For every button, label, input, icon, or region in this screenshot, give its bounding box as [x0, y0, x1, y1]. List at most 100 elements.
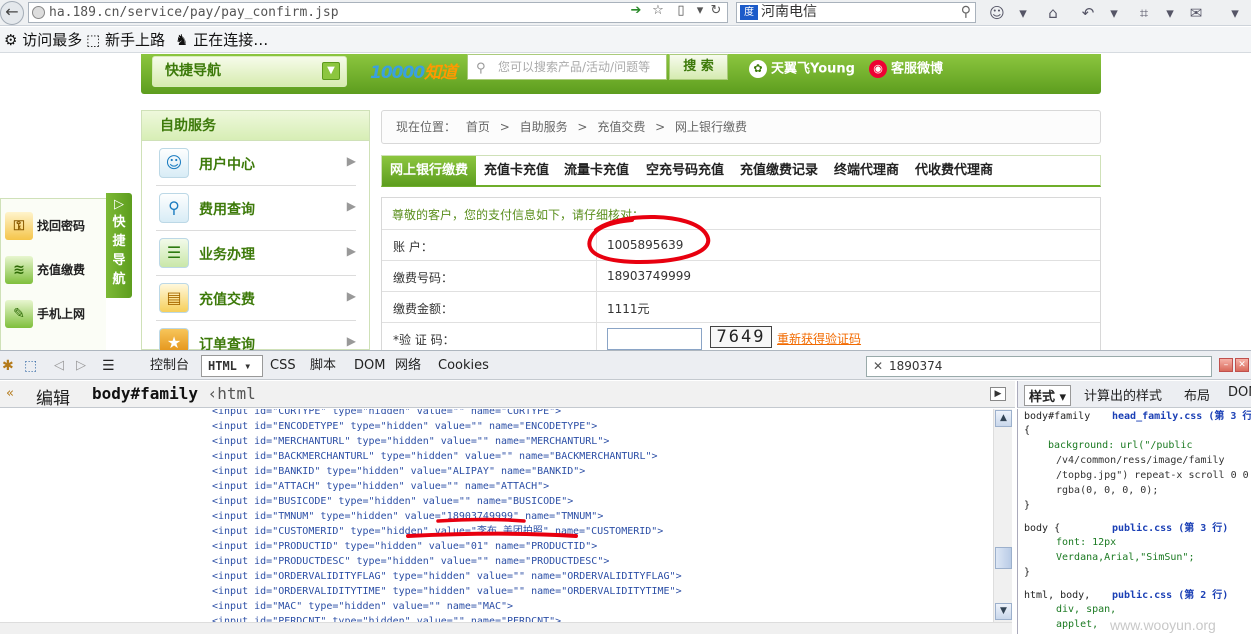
- bookmark-most-visited[interactable]: ⚙ 访问最多: [4, 31, 82, 49]
- search-icon: ⚲: [476, 61, 486, 76]
- html-source-line[interactable]: <input id="TMNUM" type="hidden" value="1…: [212, 511, 603, 523]
- menu-icon[interactable]: ☰: [102, 358, 115, 374]
- inspect-icon[interactable]: ⬚: [24, 358, 37, 374]
- weibo-link[interactable]: ◉ 客服微博: [869, 60, 943, 79]
- service-item-fee-query[interactable]: ⚲ 费用查询 ▶: [156, 187, 356, 231]
- html-source-line[interactable]: <input id="ENCODETYPE" type="hidden" val…: [212, 421, 597, 433]
- tab-html[interactable]: HTML ▾: [201, 355, 263, 377]
- css-source-link[interactable]: public.css (第 3 行): [1112, 523, 1228, 535]
- scroll-thumb[interactable]: [995, 547, 1012, 569]
- css-selector[interactable]: html, body,: [1024, 590, 1090, 602]
- tab-collection-agent[interactable]: 代收费代理商: [907, 156, 1001, 186]
- tab-terminal-agent[interactable]: 终端代理商: [826, 156, 907, 186]
- back-icon[interactable]: ◁: [54, 358, 64, 374]
- close-icon[interactable]: ✕: [1235, 358, 1249, 372]
- service-item-order-query[interactable]: ★ 订单查询 ▶: [156, 322, 356, 350]
- dropdown-icon[interactable]: ▾: [692, 3, 708, 19]
- css-source-link[interactable]: head_family.css (第 3 行): [1112, 411, 1251, 423]
- tab-air-recharge[interactable]: 空充号码充值: [638, 156, 732, 186]
- refresh-captcha-link[interactable]: 重新获得验证码: [777, 330, 861, 347]
- breadcrumb-recharge[interactable]: 充值交费: [597, 120, 645, 134]
- tab-data-card[interactable]: 流量卡充值: [556, 156, 637, 186]
- tab-script[interactable]: 脚本: [310, 358, 336, 374]
- bookmark-connecting[interactable]: ♞ 正在连接…: [175, 31, 268, 49]
- tab-cookies[interactable]: Cookies: [438, 358, 489, 374]
- tab-layout[interactable]: 布局: [1184, 385, 1210, 404]
- tab-styles[interactable]: 样式 ▾: [1024, 385, 1072, 406]
- html-source-line[interactable]: <input id="CUSTOMERID" type="hidden" val…: [212, 526, 663, 538]
- dropdown-icon[interactable]: ▾: [1013, 3, 1033, 23]
- tab-dom[interactable]: DOM: [354, 358, 385, 374]
- service-item-user-center[interactable]: ☺ 用户中心 ▶: [156, 142, 356, 186]
- tab-computed[interactable]: 计算出的样式: [1084, 385, 1162, 404]
- html-source-line[interactable]: <input id="CURTYPE" type="hidden" value=…: [212, 409, 561, 418]
- tab-net[interactable]: 网络: [395, 358, 421, 374]
- firebug-search-input[interactable]: ✕ 1890374: [866, 356, 1212, 377]
- logo-10000-zhidao[interactable]: 10000知道: [370, 58, 457, 83]
- scroll-down-icon[interactable]: ▼: [995, 603, 1012, 620]
- side-item-recharge[interactable]: ≋ 充值缴费: [5, 255, 105, 285]
- minimize-icon[interactable]: –: [1219, 358, 1233, 372]
- breadcrumb-self-service[interactable]: 自助服务: [520, 120, 568, 134]
- side-item-mobile-internet[interactable]: ✎ 手机上网: [5, 299, 105, 329]
- expand-icon[interactable]: «: [6, 386, 14, 401]
- html-source-line[interactable]: <input id="MAC" type="hidden" value="" n…: [212, 601, 513, 613]
- forward-icon[interactable]: ▷: [76, 358, 86, 374]
- phone-icon[interactable]: ▯: [673, 3, 689, 19]
- star-bookmark-icon[interactable]: ☆: [650, 3, 666, 19]
- html-source-line[interactable]: <input id="ATTACH" type="hidden" value="…: [212, 481, 549, 493]
- clear-icon[interactable]: ✕: [873, 357, 883, 376]
- site-search-button[interactable]: 搜 索: [669, 54, 728, 80]
- panel-toggle-icon[interactable]: ▶: [990, 387, 1006, 401]
- scroll-up-icon[interactable]: ▲: [995, 410, 1012, 427]
- back-button[interactable]: ←: [0, 1, 24, 25]
- html-source-line[interactable]: <input id="PRODUCTDESC" type="hidden" va…: [212, 556, 609, 568]
- go-icon[interactable]: ➔: [628, 3, 644, 19]
- quick-nav-dropdown[interactable]: 快捷导航 ▼: [152, 56, 347, 87]
- dropdown-icon[interactable]: ▾: [1104, 3, 1124, 23]
- crop-icon[interactable]: ⌗: [1134, 3, 1154, 23]
- url-bar[interactable]: ha.189.cn/service/pay/pay_confirm.jsp: [28, 2, 728, 23]
- captcha-input[interactable]: [607, 328, 702, 350]
- tab-console[interactable]: 控制台: [150, 358, 189, 374]
- captcha-image[interactable]: 7649: [710, 326, 772, 348]
- html-source-line[interactable]: <input id="BUSICODE" type="hidden" value…: [212, 496, 573, 508]
- young-link[interactable]: ✿ 天翼飞Young: [749, 60, 855, 79]
- bookmark-getting-started[interactable]: ⬚ 新手上路: [86, 31, 165, 49]
- css-source-link[interactable]: public.css (第 2 行): [1112, 590, 1228, 602]
- firebug-icon[interactable]: ✱: [2, 358, 14, 374]
- html-source-line[interactable]: <input id="BANKID" type="hidden" value="…: [212, 466, 585, 478]
- undo-icon[interactable]: ↶: [1078, 3, 1098, 23]
- dropdown-icon[interactable]: ▾: [1225, 3, 1245, 23]
- chat-icon[interactable]: ✉: [1186, 3, 1206, 23]
- browser-search-box[interactable]: 度 河南电信 ⚲: [736, 2, 976, 23]
- css-selector[interactable]: body#family: [1024, 411, 1090, 423]
- tab-recharge-records[interactable]: 充值缴费记录: [732, 156, 826, 186]
- html-source-line[interactable]: <input id="PRODUCTID" type="hidden" valu…: [212, 541, 597, 553]
- css-selector[interactable]: body {: [1024, 523, 1060, 535]
- search-icon[interactable]: ⚲: [961, 3, 971, 22]
- tab-css[interactable]: CSS: [270, 358, 296, 374]
- html-source-line[interactable]: <input id="ORDERVALIDITYTIME" type="hidd…: [212, 586, 682, 598]
- tab-side-dom[interactable]: DOM: [1228, 385, 1251, 400]
- horizontal-scrollbar[interactable]: [0, 622, 1012, 634]
- addon-icon[interactable]: ☺: [987, 3, 1007, 23]
- edit-button[interactable]: 编辑: [36, 384, 70, 409]
- breadcrumb-home[interactable]: 首页: [466, 120, 490, 134]
- side-quick-nav-toggle[interactable]: ▷ 快捷导航: [106, 193, 132, 298]
- html-source-line[interactable]: <input id="ORDERVALIDITYFLAG" type="hidd…: [212, 571, 682, 583]
- service-item-recharge[interactable]: ▤ 充值交费 ▶: [156, 277, 356, 321]
- element-path[interactable]: body#family ‹html: [92, 384, 256, 403]
- tab-online-banking[interactable]: 网上银行缴费: [382, 156, 477, 186]
- html-source-line[interactable]: <input id="MERCHANTURL" type="hidden" va…: [212, 436, 609, 448]
- reload-icon[interactable]: ↻: [708, 3, 724, 19]
- site-search-input[interactable]: ⚲ 您可以搜索产品/活动/问题等: [467, 54, 667, 80]
- html-pane-scrollbar[interactable]: ▲ ▼: [993, 409, 1012, 622]
- home-icon[interactable]: ⌂: [1043, 3, 1063, 23]
- service-item-business[interactable]: ☰ 业务办理 ▶: [156, 232, 356, 276]
- html-source-line[interactable]: <input id="BACKMERCHANTURL" type="hidden…: [212, 451, 658, 463]
- side-item-recover-password[interactable]: ⚿ 找回密码: [5, 211, 105, 241]
- tab-card-recharge[interactable]: 充值卡充值: [476, 156, 557, 186]
- dropdown-icon[interactable]: ▾: [1160, 3, 1180, 23]
- search-engine-icon[interactable]: 度: [740, 5, 758, 20]
